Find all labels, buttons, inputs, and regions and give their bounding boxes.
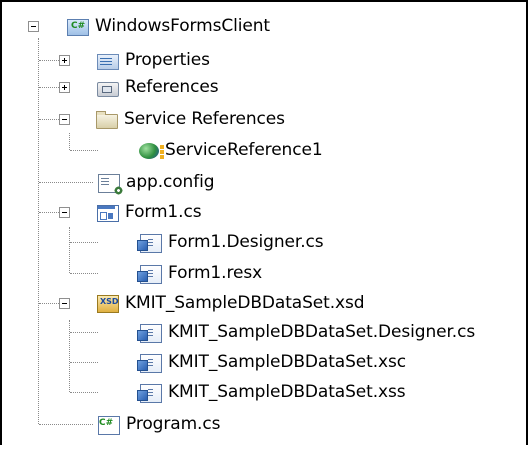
code-file-icon	[137, 383, 162, 403]
tree-guide-line	[70, 392, 98, 393]
solution-tree: C# WindowsFormsClient Properties Referen…	[2, 2, 530, 451]
tree-item-dataset-xsc[interactable]: KMIT_SampleDBDataSet.xsc	[137, 350, 406, 374]
references-expander[interactable]	[59, 82, 70, 93]
tree-item-label: Properties	[125, 50, 210, 70]
tree-guide-line	[70, 150, 98, 151]
tree-item-app-config[interactable]: app.config	[96, 170, 215, 195]
form-icon	[97, 205, 119, 222]
tree-item-dataset[interactable]: XSD KMIT_SampleDBDataSet.xsd	[96, 291, 365, 315]
config-file-icon	[98, 173, 123, 195]
csharp-file-icon: C#	[98, 415, 120, 435]
tree-item-label: KMIT_SampleDBDataSet.Designer.cs	[168, 322, 476, 342]
tree-item-label: KMIT_SampleDBDataSet.xsd	[125, 293, 365, 313]
references-icon	[97, 81, 119, 97]
csharp-badge: C#	[71, 21, 86, 31]
tree-guide-line	[39, 182, 93, 183]
tree-item-label: References	[125, 77, 219, 97]
tree-item-program[interactable]: C# Program.cs	[96, 412, 220, 436]
project-label: WindowsFormsClient	[95, 16, 270, 36]
tree-guide-line	[70, 242, 98, 243]
tree-item-label: Service References	[124, 109, 285, 129]
tree-item-dataset-xss[interactable]: KMIT_SampleDBDataSet.xss	[137, 380, 406, 404]
tree-item-label: KMIT_SampleDBDataSet.xsc	[168, 352, 406, 372]
tree-guide-line	[39, 424, 93, 425]
tree-guide-line	[38, 38, 39, 424]
service-references-expander[interactable]	[59, 114, 70, 125]
tree-item-properties[interactable]: Properties	[96, 48, 210, 72]
code-file-icon	[137, 233, 162, 253]
code-file-icon	[137, 353, 162, 373]
tree-item-form1-designer[interactable]: Form1.Designer.cs	[137, 230, 324, 254]
dataset-icon: XSD	[97, 295, 119, 313]
solution-explorer-panel: C# WindowsFormsClient Properties Referen…	[0, 0, 528, 445]
tree-item-label: Program.cs	[126, 414, 221, 434]
csharp-project-icon: C#	[67, 19, 89, 36]
tree-item-label: Form1.cs	[125, 202, 202, 222]
tree-guide-line	[70, 273, 98, 274]
tree-guide-line	[69, 133, 70, 150]
tree-item-form1-resx[interactable]: Form1.resx	[137, 261, 263, 285]
tree-guide-line	[69, 227, 70, 273]
tree-item-label: app.config	[126, 172, 215, 192]
properties-icon	[97, 54, 119, 70]
csharp-badge: C#	[99, 417, 114, 428]
folder-icon	[96, 111, 118, 129]
project-node[interactable]: C# WindowsFormsClient	[66, 14, 270, 38]
tree-guide-line	[70, 362, 98, 363]
form1-expander[interactable]	[59, 207, 70, 218]
tree-item-service-references[interactable]: Service References	[96, 107, 285, 131]
tree-item-label: KMIT_SampleDBDataSet.xss	[168, 382, 406, 402]
service-reference-icon	[139, 143, 164, 159]
tree-item-label: Form1.resx	[168, 263, 263, 283]
tree-item-servicereference1[interactable]: ServiceReference1	[138, 138, 323, 162]
project-expander[interactable]	[28, 21, 39, 32]
tree-item-label: Form1.Designer.cs	[168, 232, 324, 252]
dataset-expander[interactable]	[59, 298, 70, 309]
tree-guide-line	[70, 332, 98, 333]
code-file-icon	[137, 323, 162, 343]
tree-guide-line	[69, 320, 70, 392]
tree-item-references[interactable]: References	[96, 75, 219, 99]
tree-item-dataset-designer[interactable]: KMIT_SampleDBDataSet.Designer.cs	[137, 320, 476, 344]
tree-item-label: ServiceReference1	[165, 140, 323, 160]
code-file-icon	[137, 264, 162, 284]
tree-item-form1[interactable]: Form1.cs	[96, 200, 202, 224]
xsd-badge: XSD	[100, 297, 119, 306]
properties-expander[interactable]	[59, 55, 70, 66]
